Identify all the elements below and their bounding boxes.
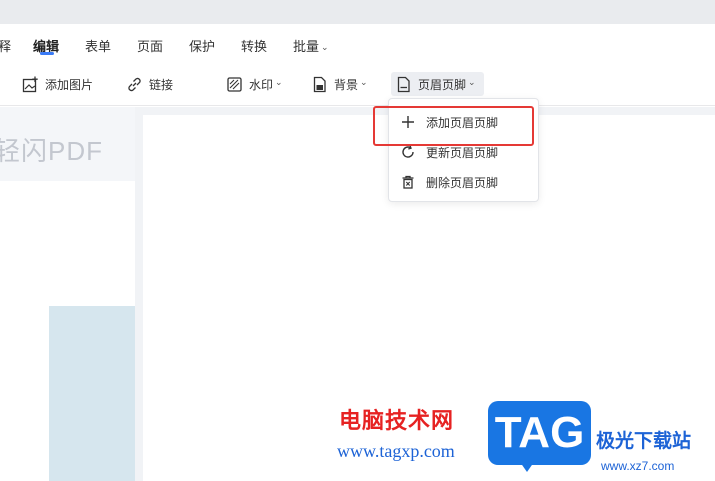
refresh-icon bbox=[402, 145, 414, 158]
watermark-button[interactable]: 水印 ⌄ bbox=[222, 72, 287, 96]
menu-convert[interactable]: 转换 bbox=[241, 36, 267, 55]
menu-page[interactable]: 页面 bbox=[137, 36, 163, 55]
menu-annotate[interactable]: 释 bbox=[0, 36, 11, 55]
page-thumbnail[interactable] bbox=[49, 306, 135, 481]
chevron-down-icon: ⌄ bbox=[321, 43, 329, 53]
chevron-down-icon: ⌄ bbox=[468, 78, 476, 88]
background-button[interactable]: 背景 ⌄ bbox=[307, 72, 372, 96]
edit-toolbar: 添加图片 链接 水印 ⌄ 背景 ⌄ 页眉页脚 ⌄ bbox=[0, 64, 715, 106]
menu-batch-label: 批量 bbox=[293, 40, 320, 55]
header-footer-icon bbox=[397, 76, 410, 92]
watermark-site2-url: www.xz7.com bbox=[601, 459, 675, 473]
add-image-label: 添加图片 bbox=[45, 77, 94, 92]
add-image-icon bbox=[22, 76, 38, 92]
chevron-down-icon: ⌄ bbox=[275, 78, 283, 88]
trash-icon bbox=[402, 175, 414, 189]
watermark-site-name: 电脑技术网 bbox=[339, 409, 455, 434]
add-image-button[interactable]: 添加图片 bbox=[18, 72, 97, 96]
background-label: 背景 bbox=[334, 77, 359, 92]
active-tab-indicator bbox=[40, 52, 54, 55]
update-header-footer-item[interactable]: 更新页眉页脚 bbox=[389, 140, 538, 164]
watermark-tag-logo: TAG bbox=[488, 401, 591, 465]
header-footer-label: 页眉页脚 bbox=[418, 77, 467, 92]
watermark-site2-name: 极光下载站 bbox=[596, 430, 692, 452]
menu-batch[interactable]: 批量 ⌄ bbox=[293, 36, 329, 55]
menu-form[interactable]: 表单 bbox=[85, 36, 111, 55]
header-footer-button[interactable]: 页眉页脚 ⌄ bbox=[391, 72, 484, 96]
plus-icon bbox=[402, 116, 414, 128]
update-header-footer-label: 更新页眉页脚 bbox=[426, 145, 499, 160]
watermark-icon bbox=[227, 76, 242, 92]
link-label: 链接 bbox=[149, 77, 174, 92]
thumbnail-pane: 轻闪PDF bbox=[0, 107, 135, 481]
menu-protect[interactable]: 保护 bbox=[189, 36, 215, 55]
watermark-label: 水印 bbox=[249, 77, 274, 92]
delete-header-footer-item[interactable]: 删除页眉页脚 bbox=[389, 170, 538, 194]
menu-bar: 释 编辑 表单 页面 保护 转换 批量 ⌄ bbox=[0, 24, 715, 64]
link-button[interactable]: 链接 bbox=[122, 72, 177, 96]
header-footer-dropdown: 添加页眉页脚 更新页眉页脚 删除页眉页脚 bbox=[388, 98, 539, 202]
brand-strip: 轻闪PDF bbox=[0, 107, 135, 181]
add-header-footer-label: 添加页眉页脚 bbox=[426, 115, 499, 130]
watermark-site-url: www.tagxp.com bbox=[337, 441, 455, 461]
chevron-down-icon: ⌄ bbox=[360, 78, 368, 88]
link-icon bbox=[128, 77, 141, 91]
add-header-footer-item[interactable]: 添加页眉页脚 bbox=[389, 110, 538, 134]
delete-header-footer-label: 删除页眉页脚 bbox=[426, 175, 499, 190]
background-icon bbox=[313, 76, 326, 92]
brand-logo-text: 轻闪PDF bbox=[0, 136, 104, 166]
window-top-bar bbox=[0, 0, 715, 24]
